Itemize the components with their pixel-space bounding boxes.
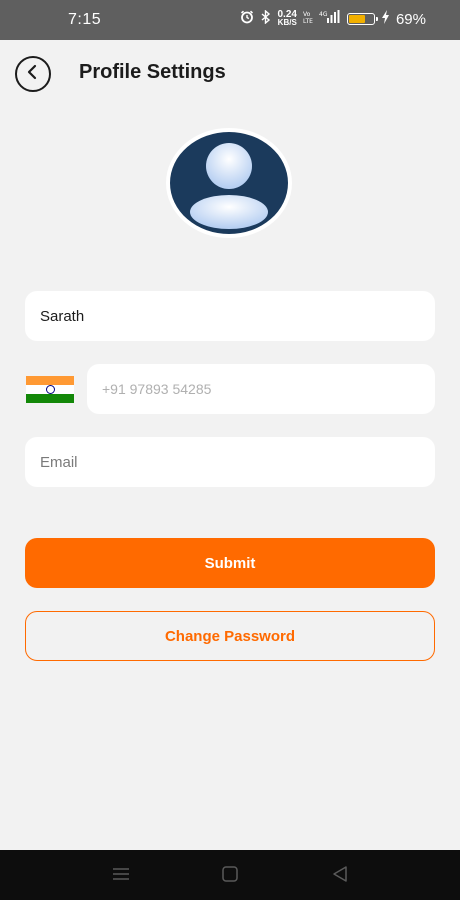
phone-field-container [87,364,435,414]
phone-input[interactable] [87,380,435,398]
system-nav-bar [0,850,460,900]
status-bar: 7:15 0.24 KB/S Vo LTE 4G 69% [0,0,460,40]
email-field-container [25,437,435,487]
flag-stripe-white [26,385,74,394]
battery-percent: 69% [395,10,426,28]
network-speed: 0.24 KB/S [277,10,297,27]
change-password-button-label: Change Password [164,627,296,645]
india-flag-icon[interactable] [26,376,74,403]
name-field-container [25,291,435,341]
ashoka-chakra-icon [45,385,55,394]
status-icons: 0.24 KB/S Vo LTE 4G 69% [240,9,426,28]
change-password-button[interactable]: Change Password [25,611,435,661]
bluetooth-icon [260,9,272,28]
page-title: Profile Settings [79,61,226,83]
charging-icon [381,10,390,28]
volte-icon: Vo LTE [303,10,313,28]
back-nav-icon[interactable] [331,865,349,888]
flag-stripe-saffron [26,376,74,385]
svg-text:Vo: Vo [303,11,311,18]
menu-icon[interactable] [112,865,130,888]
battery-level [348,15,365,23]
battery-icon [346,13,378,25]
back-button[interactable] [15,56,51,92]
home-icon[interactable] [221,865,239,888]
svg-text:4G: 4G [319,11,328,18]
email-input[interactable] [25,453,435,471]
signal-icon: 4G [319,10,341,28]
header: Profile Settings [0,40,460,106]
flag-stripe-green [26,394,74,403]
name-input[interactable] [25,307,435,325]
submit-button[interactable]: Submit [25,538,435,588]
chevron-left-icon [26,64,40,85]
speed-unit: KB/S [277,18,297,27]
submit-button-label: Submit [204,554,256,572]
status-time: 7:15 [68,11,102,28]
alarm-icon [240,10,254,28]
profile-avatar[interactable] [166,128,292,238]
user-avatar-icon [170,143,288,234]
svg-text:LTE: LTE [303,18,313,24]
